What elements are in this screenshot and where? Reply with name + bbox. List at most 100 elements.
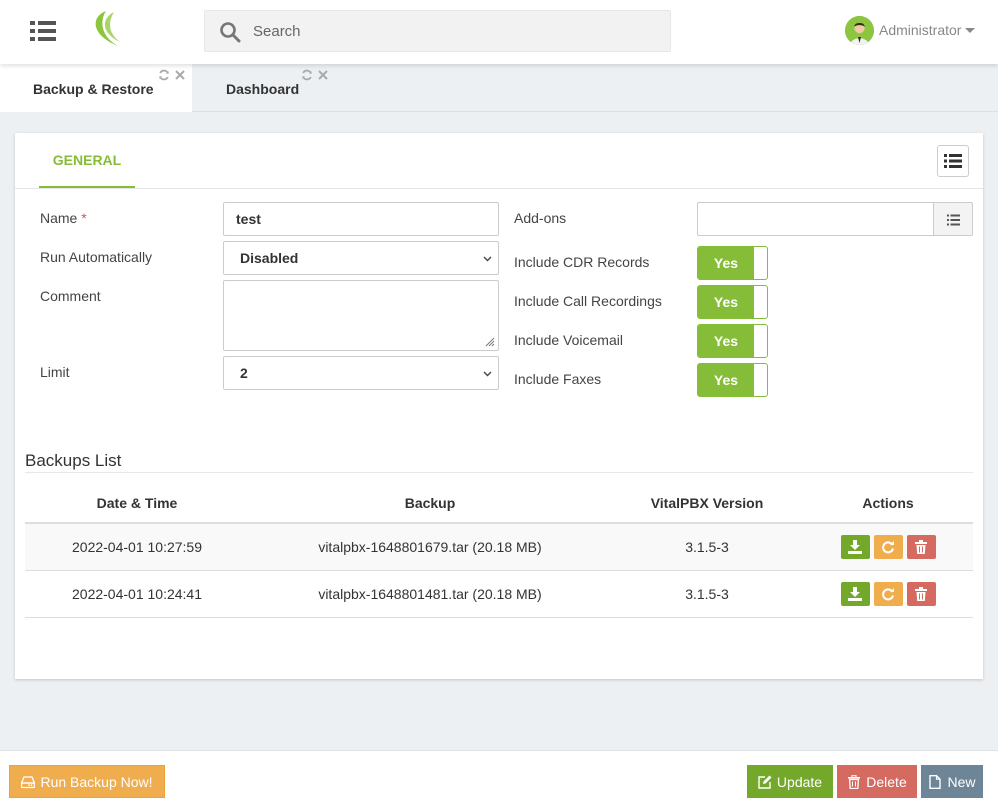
name-label: Name * — [40, 210, 87, 226]
limit-value: 2 — [240, 365, 248, 381]
section-divider — [25, 472, 973, 473]
limit-label: Limit — [40, 364, 70, 380]
search-icon — [220, 22, 241, 43]
delete-button[interactable]: Delete — [837, 765, 917, 798]
name-label-text: Name — [40, 210, 78, 226]
backup-date: 2022-04-01 10:24:41 — [25, 570, 249, 618]
backup-date: 2022-04-01 10:27:59 — [25, 523, 249, 571]
include-faxes-toggle[interactable]: Yes — [697, 363, 768, 397]
user-name: Administrator — [879, 22, 962, 38]
edit-icon — [758, 775, 772, 789]
row-actions — [840, 581, 936, 606]
toggle-on-label: Yes — [698, 247, 754, 279]
table-header-row: Date & Time Backup VitalPBX Version Acti… — [25, 483, 973, 524]
addons-input[interactable] — [697, 202, 934, 236]
download-button[interactable] — [840, 581, 870, 606]
vitalpbx-logo[interactable] — [84, 8, 124, 48]
user-avatar-icon — [845, 15, 874, 45]
update-label: Update — [776, 773, 823, 790]
toggle-on-label: Yes — [698, 286, 754, 318]
trash-icon — [914, 586, 927, 601]
tab-general[interactable]: GENERAL — [39, 133, 135, 188]
user-menu[interactable]: Administrator — [845, 15, 976, 45]
list-icon — [944, 154, 962, 168]
limit-select[interactable]: 2 — [223, 356, 499, 390]
col-date-time[interactable]: Date & Time — [25, 483, 249, 524]
hdd-icon — [21, 775, 36, 788]
tab-label: Backup & Restore — [33, 81, 154, 97]
include-recordings-label: Include Call Recordings — [514, 293, 662, 309]
col-version[interactable]: VitalPBX Version — [611, 483, 803, 524]
required-mark: * — [81, 210, 87, 226]
delete-label: Delete — [866, 773, 907, 790]
col-backup[interactable]: Backup — [249, 483, 611, 524]
include-voicemail-toggle[interactable]: Yes — [697, 324, 768, 358]
backup-form-panel: GENERAL Name * test Run Automatically Di… — [15, 133, 983, 679]
backup-file: vitalpbx-1648801679.tar (20.18 MB) — [249, 523, 611, 571]
include-recordings-toggle[interactable]: Yes — [697, 285, 768, 319]
backup-actions — [803, 570, 973, 618]
refresh-icon[interactable] — [301, 69, 313, 81]
restore-icon — [881, 540, 894, 554]
update-button[interactable]: Update — [747, 765, 833, 798]
col-actions: Actions — [803, 483, 973, 524]
footer-bar: Run Backup Now! Update Delete New — [0, 750, 998, 806]
table-row: 2022-04-01 10:27:59 vitalpbx-1648801679.… — [25, 523, 973, 571]
refresh-icon[interactable] — [158, 69, 170, 81]
chevron-down-icon — [483, 371, 492, 377]
addons-list-button[interactable] — [933, 202, 973, 236]
restore-button[interactable] — [873, 581, 903, 606]
chevron-down-icon — [483, 256, 492, 262]
include-cdr-toggle[interactable]: Yes — [697, 246, 768, 280]
file-icon — [929, 774, 942, 789]
addons-label: Add-ons — [514, 210, 567, 226]
include-cdr-label: Include CDR Records — [514, 254, 650, 270]
avatar — [845, 15, 874, 45]
search-box — [204, 10, 671, 52]
backup-version: 3.1.5-3 — [611, 523, 803, 571]
tab-backup-restore[interactable]: Backup & Restore — [0, 64, 192, 112]
panel-divider — [15, 188, 983, 189]
list-icon — [947, 214, 960, 226]
run-automatically-select[interactable]: Disabled — [223, 241, 499, 275]
new-button[interactable]: New — [921, 765, 983, 798]
restore-button[interactable] — [873, 534, 903, 559]
delete-backup-button[interactable] — [906, 581, 936, 606]
tab-dashboard[interactable]: Dashboard — [193, 64, 385, 112]
comment-textarea[interactable] — [223, 280, 499, 351]
new-label: New — [947, 773, 976, 790]
tab-actions — [301, 69, 329, 81]
toggle-on-label: Yes — [698, 325, 754, 357]
list-view-button[interactable] — [937, 145, 969, 177]
name-value: test — [236, 211, 261, 227]
name-input[interactable]: test — [223, 202, 499, 236]
row-actions — [840, 534, 936, 559]
include-voicemail-label: Include Voicemail — [514, 332, 623, 348]
caret-down-icon — [965, 27, 976, 33]
run-automatically-value: Disabled — [240, 250, 299, 266]
toggle-on-label: Yes — [698, 364, 754, 396]
run-backup-label: Run Backup Now! — [40, 773, 153, 790]
tab-label: Dashboard — [226, 81, 300, 97]
download-icon — [847, 586, 862, 601]
delete-backup-button[interactable] — [906, 534, 936, 559]
top-bar: Administrator — [0, 0, 998, 64]
comment-label: Comment — [40, 288, 101, 304]
download-button[interactable] — [840, 534, 870, 559]
menu-list-icon[interactable] — [30, 20, 56, 42]
backup-actions — [803, 523, 973, 571]
close-icon[interactable] — [174, 69, 186, 81]
backups-list-title: Backups List — [25, 451, 122, 470]
run-backup-now-button[interactable]: Run Backup Now! — [9, 765, 165, 798]
backup-version: 3.1.5-3 — [611, 570, 803, 618]
restore-icon — [881, 587, 894, 600]
trash-icon — [914, 539, 927, 554]
table-row: 2022-04-01 10:24:41 vitalpbx-1648801481.… — [25, 570, 973, 618]
backups-table: Date & Time Backup VitalPBX Version Acti… — [25, 483, 973, 618]
backup-file: vitalpbx-1648801481.tar (20.18 MB) — [249, 570, 611, 618]
run-automatically-label: Run Automatically — [40, 249, 153, 265]
search-input[interactable] — [253, 11, 653, 51]
trash-icon — [848, 774, 861, 789]
close-icon[interactable] — [317, 69, 329, 81]
module-tabs: Backup & Restore Dashboard — [0, 64, 998, 112]
